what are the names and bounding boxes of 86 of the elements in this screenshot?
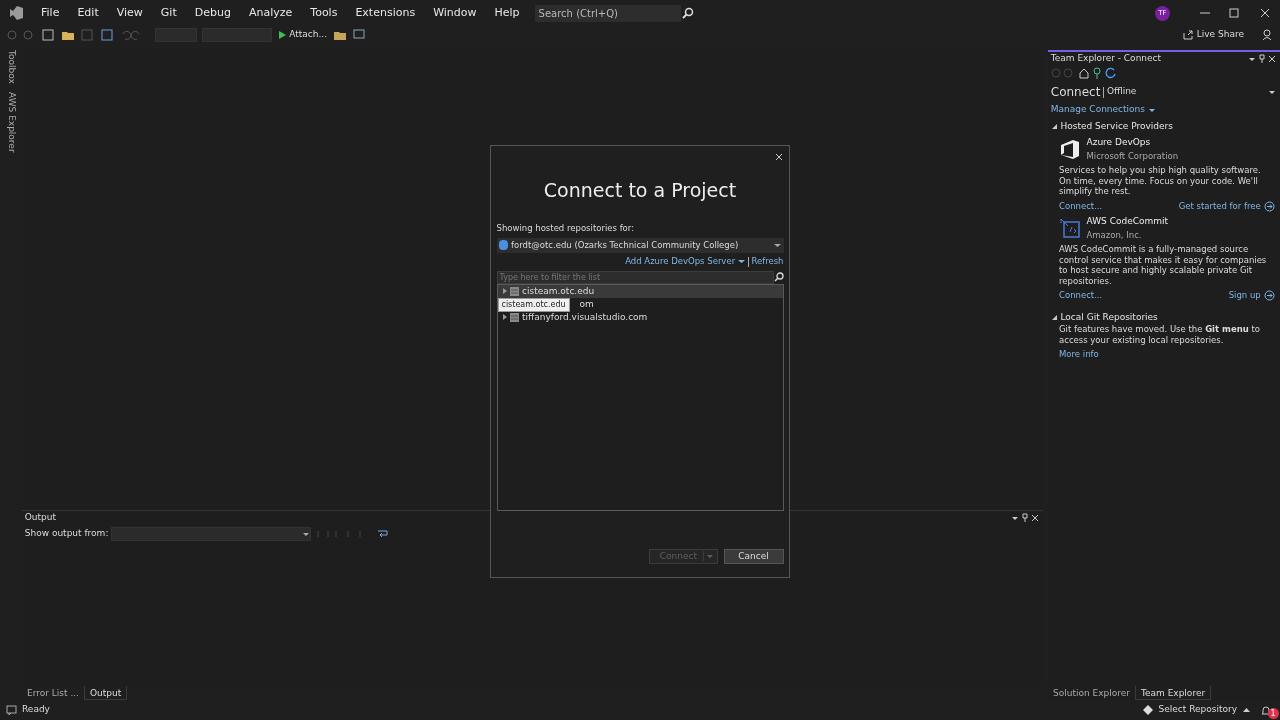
caret-icon <box>302 530 311 538</box>
caret-icon <box>737 258 745 266</box>
provider-action-link[interactable]: Get started for free <box>1178 199 1261 213</box>
server-icon <box>510 286 520 296</box>
panel-tab[interactable]: Team Explorer <box>1135 686 1212 700</box>
git-icon <box>1143 705 1153 715</box>
menu-item[interactable]: Help <box>485 0 529 26</box>
panel-title: Team Explorer - Connect <box>1050 51 1162 65</box>
field-label: Showing hosted repositories for: <box>496 222 636 235</box>
live-share-button[interactable]: Live Share <box>1196 28 1244 42</box>
side-tab[interactable]: Toolbox <box>4 50 18 84</box>
expander-icon <box>501 314 508 321</box>
refresh-icon[interactable] <box>1105 67 1117 79</box>
side-tab[interactable]: AWS Explorer <box>4 91 18 153</box>
menu-item[interactable]: Debug <box>185 0 240 26</box>
field-label: Show output from: <box>24 527 109 541</box>
section-header[interactable]: Hosted Service Providers <box>1060 119 1173 133</box>
menu-item[interactable]: View <box>107 0 152 26</box>
panel-title: Output <box>24 511 56 525</box>
menu-item[interactable]: Extensions <box>346 0 425 26</box>
panel-tab[interactable]: Output <box>84 686 128 700</box>
home-icon[interactable] <box>1077 67 1090 79</box>
expander-icon[interactable] <box>1050 313 1058 321</box>
search-icon[interactable] <box>773 272 784 283</box>
refresh-link[interactable]: Refresh <box>751 255 784 268</box>
provider-name: AWS CodeCommit <box>1086 215 1169 229</box>
word-wrap-icon[interactable] <box>376 528 389 540</box>
close-icon[interactable] <box>1029 513 1040 523</box>
search-icon[interactable] <box>680 6 695 20</box>
info-text: Git features have moved. Use the Git menu to access your existing local repositories. <box>1059 324 1262 346</box>
pin-icon[interactable] <box>1019 513 1030 523</box>
code-commit-icon <box>1059 217 1081 240</box>
pin-icon[interactable] <box>1257 53 1268 64</box>
panel-tab[interactable]: Error List ... <box>22 686 84 700</box>
menu-item[interactable]: File <box>32 0 69 26</box>
filter-field[interactable]: Type here to filter the list <box>496 270 774 284</box>
menu-item[interactable]: Git <box>151 0 186 26</box>
manage-connections-link[interactable]: Manage Connections <box>1050 103 1145 117</box>
provider-company: Microsoft Corporation <box>1086 149 1179 163</box>
provider-description: Services to help you ship high quality software. On time, every time. Focus on your code. We'll simplify the rest. <box>1059 165 1262 197</box>
share-icon <box>1182 29 1195 41</box>
provider-name: Azure DevOps <box>1086 136 1152 149</box>
account-icon <box>499 240 509 250</box>
output-icon <box>5 704 17 716</box>
connect-link[interactable]: Connect... <box>1059 199 1103 213</box>
expander-icon[interactable] <box>1050 122 1058 130</box>
close-icon[interactable] <box>773 151 784 162</box>
server-icon <box>510 312 520 322</box>
connection-status: Offline <box>1106 85 1137 99</box>
logo-icon <box>9 6 23 20</box>
search-field[interactable]: Search (Ctrl+Q) <box>534 4 681 22</box>
provider-description: AWS CodeCommit is a fully-managed source control service that makes it easy for companies to host secure and highly scalable private Git repositories. <box>1059 244 1268 287</box>
server-item[interactable]: cisteam.otc.edu <box>497 284 783 298</box>
menu-item[interactable]: Window <box>424 0 486 26</box>
provider-action-link[interactable]: Sign up <box>1228 289 1261 303</box>
save-all-icon[interactable] <box>99 28 114 42</box>
plug-icon[interactable] <box>1092 67 1103 79</box>
menu-item[interactable]: Analyze <box>239 0 302 26</box>
server-item[interactable]: tiffanyford.visualstudio.com <box>497 310 783 324</box>
play-icon <box>277 30 287 40</box>
arrow-circle-icon[interactable] <box>1263 290 1275 302</box>
expander-icon <box>501 288 508 295</box>
attach-button[interactable]: Attach... <box>289 28 328 42</box>
add-server-link[interactable]: Add Azure DevOps Server <box>625 255 736 268</box>
more-info-link[interactable]: More info <box>1059 348 1099 362</box>
status-text: Ready <box>22 703 50 717</box>
azure-devops-icon <box>1059 138 1081 161</box>
account-dropdown[interactable]: fordt@otc.edu (Ozarks Technical Community College) <box>496 237 784 253</box>
arrow-circle-icon[interactable] <box>1263 200 1275 212</box>
bell-icon[interactable] <box>1260 705 1271 716</box>
notification-badge: 1 <box>1267 708 1279 719</box>
page-heading: Connect <box>1050 84 1101 101</box>
panel-tab[interactable]: Solution Explorer <box>1048 686 1135 700</box>
dialog-button[interactable]: Cancel <box>723 548 784 564</box>
new-project-icon[interactable] <box>41 28 55 42</box>
dialog-title: Connect to a Project <box>542 177 738 203</box>
close-icon[interactable] <box>1267 53 1278 64</box>
caret-icon <box>773 241 781 249</box>
section-header[interactable]: Local Git Repositories <box>1060 310 1158 325</box>
provider-company: Amazon, Inc. <box>1086 228 1143 242</box>
caret-icon <box>1242 706 1250 714</box>
caret-icon <box>707 553 713 560</box>
menu-item[interactable]: Edit <box>68 0 108 26</box>
repository-selector[interactable]: Select Repository <box>1158 703 1237 717</box>
menu-item[interactable]: Tools <box>301 0 347 26</box>
connect-link[interactable]: Connect... <box>1059 289 1103 303</box>
